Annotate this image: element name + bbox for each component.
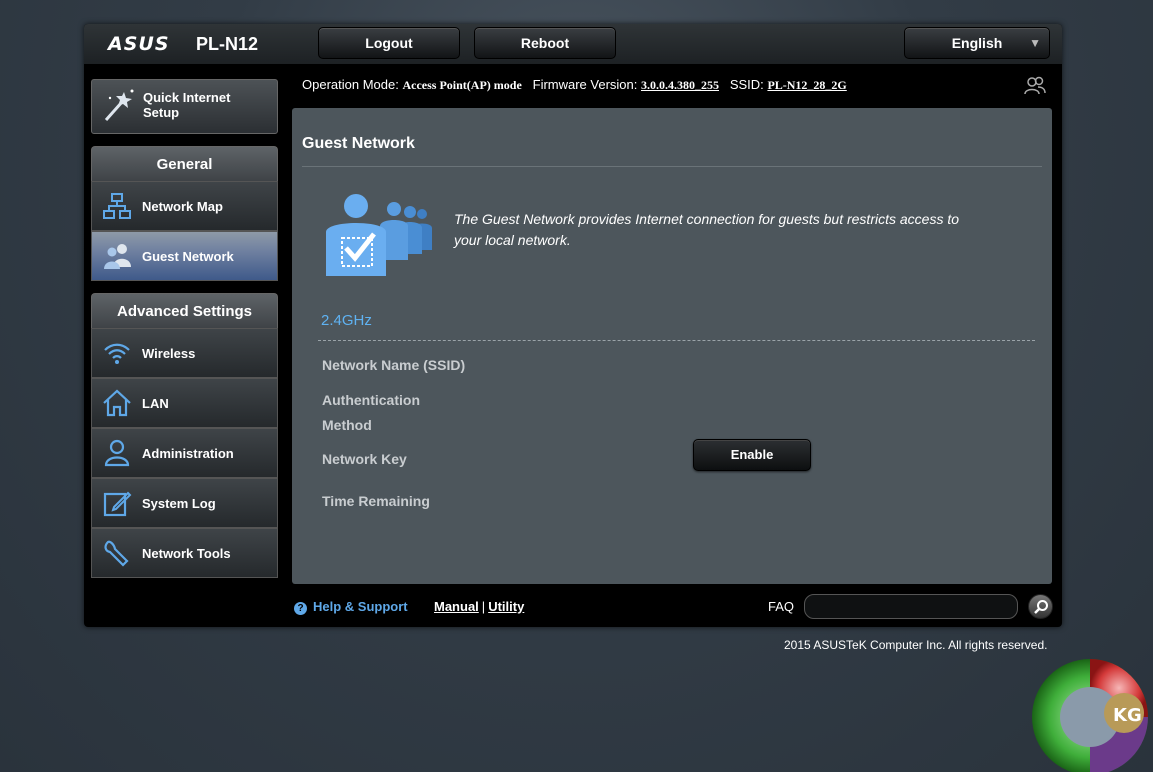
status-line: Operation Mode: Access Point(AP) mode Fi… (302, 77, 847, 93)
sidebar-item-administration[interactable]: Administration (91, 428, 278, 478)
guest-network-description: The Guest Network provides Internet conn… (454, 211, 960, 248)
advanced-settings-header: Advanced Settings (91, 293, 278, 328)
band-title: 2.4GHz (321, 312, 372, 329)
sidebar-item-lan[interactable]: LAN (91, 378, 278, 428)
help-support-link[interactable]: ? Help & Support (294, 599, 408, 615)
sidebar-item-guest-network[interactable]: Guest Network (91, 231, 278, 281)
router-admin-window: ASUS PL-N12 Logout Reboot English ▼ Oper… (84, 24, 1062, 627)
system-log-icon (102, 488, 132, 523)
network-map-icon (102, 191, 132, 226)
operation-mode-label: Operation Mode: (302, 77, 399, 92)
wifi-icon (102, 338, 132, 373)
manual-link[interactable]: Manual (434, 599, 479, 614)
logout-button[interactable]: Logout (318, 27, 460, 59)
copyright-text: 2015 ASUSTeK Computer Inc. All rights re… (784, 638, 1048, 652)
quick-internet-setup-button[interactable]: Quick Internet Setup (91, 79, 278, 134)
general-section-header: General (91, 146, 278, 181)
reboot-button[interactable]: Reboot (474, 27, 616, 59)
sidebar-item-wireless[interactable]: Wireless (91, 328, 278, 378)
admin-user-icon (102, 438, 132, 473)
model-name: PL-N12 (196, 34, 259, 54)
wrench-icon (102, 538, 132, 573)
home-icon (102, 388, 132, 423)
help-support-label: Help & Support (313, 599, 408, 614)
faq-search-button[interactable] (1028, 594, 1053, 619)
language-select[interactable]: English ▼ (904, 27, 1050, 59)
kg-watermark-logo: KG (1026, 655, 1153, 772)
link-separator: | (481, 599, 486, 614)
operation-mode-value[interactable]: Access Point(AP) mode (402, 78, 521, 92)
sidebar-item-label: Network Tools (142, 546, 231, 561)
authentication-method-label: Authentication Method (322, 392, 420, 433)
sidebar-item-network-tools[interactable]: Network Tools (91, 528, 278, 578)
sidebar-item-label: Guest Network (142, 249, 234, 264)
guest-users-icon (322, 192, 434, 283)
ssid-field-label: Network Name (SSID) (322, 357, 466, 373)
language-value: English (951, 35, 1003, 51)
asus-logo: ASUS (108, 33, 170, 55)
ssid-label: SSID: (729, 77, 764, 92)
sidebar-item-label: LAN (142, 396, 169, 411)
faq-search-input[interactable] (804, 594, 1018, 619)
guest-network-icon (102, 241, 134, 276)
main-content-panel: Guest Network The Guest Network provides… (292, 108, 1052, 584)
sidebar-item-label: Network Map (142, 199, 223, 214)
time-remaining-label: Time Remaining (322, 493, 430, 509)
band-divider (318, 340, 1035, 341)
footer-links: Manual | Utility (434, 599, 524, 614)
users-icon[interactable] (1024, 76, 1046, 101)
firmware-version-link[interactable]: 3.0.0.4.380_255 (641, 78, 719, 92)
enable-button[interactable]: Enable (693, 439, 811, 471)
sidebar-item-network-map[interactable]: Network Map (91, 181, 278, 231)
faq-label: FAQ (768, 599, 795, 614)
title-divider (302, 166, 1042, 167)
utility-link[interactable]: Utility (488, 599, 524, 614)
sidebar-item-label: Administration (142, 446, 234, 461)
help-icon: ? (294, 602, 307, 615)
page-title: Guest Network (302, 135, 415, 152)
sidebar-item-label: System Log (142, 496, 216, 511)
qis-label: Quick Internet Setup (143, 90, 231, 120)
sidebar-item-label: Wireless (142, 346, 196, 361)
svg-text:KG: KG (1113, 705, 1142, 726)
top-bar: ASUS PL-N12 Logout Reboot English ▼ (84, 24, 1062, 64)
magic-wand-icon (102, 88, 136, 129)
firmware-label: Firmware Version: (532, 77, 638, 92)
sidebar-item-system-log[interactable]: System Log (91, 478, 278, 528)
network-key-label: Network Key (322, 451, 407, 467)
chevron-down-icon: ▼ (1029, 36, 1041, 50)
ssid-link[interactable]: PL-N12_28_2G (767, 78, 846, 92)
search-icon (1034, 600, 1048, 614)
